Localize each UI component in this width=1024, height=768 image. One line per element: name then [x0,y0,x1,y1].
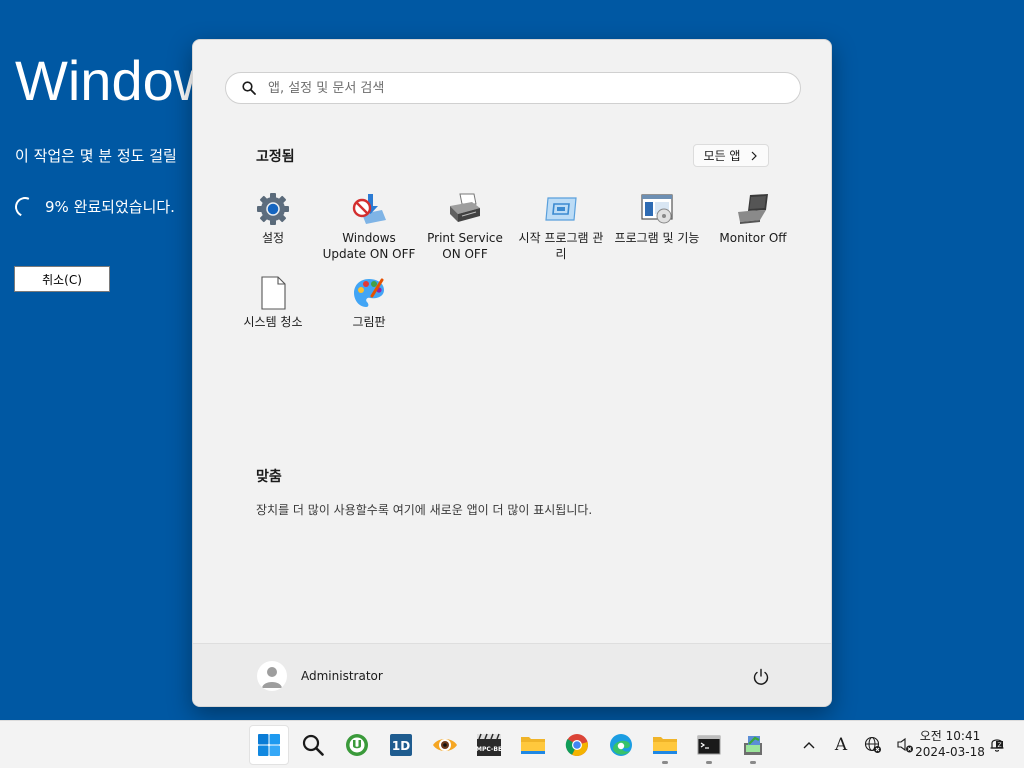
recommended-title: 맞춤 [256,469,282,485]
pinned-app-monitor-off[interactable]: Monitor Off [705,188,801,266]
clock-time: 오전 10:41 [919,729,981,743]
eye-viewer-icon [433,739,457,751]
taskbar-command-prompt[interactable] [689,725,729,765]
app-label: Print Service ON OFF [427,231,503,261]
user-icon [262,667,282,688]
search-icon [302,734,324,756]
taskbar-apps: 1D MPC-BE [249,725,773,765]
taskbar-file-explorer-running[interactable] [645,725,685,765]
avatar [257,661,287,691]
chevron-right-icon [752,151,758,160]
start-footer: Administrator [193,643,831,706]
pinned-app-settings[interactable]: 설정 [225,188,321,266]
network-globe-icon [864,736,881,753]
notification-bell-icon: Z [990,739,1004,752]
search-input[interactable] [268,80,768,96]
start-menu: 고정됨 모든 앱 설정 [192,39,832,707]
windows-update-icon [352,192,386,226]
pinned-title: 고정됨 [256,149,295,165]
pinned-app-windows-update[interactable]: Windows Update ON OFF [321,188,417,266]
taskbar-chrome[interactable] [557,725,597,765]
folder-icon [521,737,545,754]
app-label: 시작 프로그램 관리 [518,231,604,261]
svg-text:MPC-BE: MPC-BE [476,746,502,753]
app-label: Monitor Off [719,231,787,245]
clock-date: 2024-03-18 [915,745,985,759]
taskbar-1d-app[interactable]: 1D [381,725,421,765]
svg-text:Z: Z [997,742,1001,749]
setup-description: 이 작업은 몇 분 정도 걸릴 [15,147,177,165]
taskbar-file-explorer[interactable] [513,725,553,765]
chrome-icon [565,734,588,756]
user-account-button[interactable]: Administrator [257,661,383,691]
taskbar-utorrent[interactable] [337,725,377,765]
taskbar-image-viewer[interactable] [425,725,465,765]
app-label: 프로그램 및 기능 [614,231,700,245]
spinner-icon [12,193,38,220]
power-button[interactable] [749,665,773,689]
all-apps-label: 모든 앱 [703,149,741,163]
pinned-app-print-service[interactable]: Print Service ON OFF [417,188,513,266]
ime-indicator[interactable]: A [826,725,856,765]
taskbar-search-button[interactable] [293,725,333,765]
system-tray: A [794,725,920,765]
utorrent-icon [346,734,368,756]
notification-button[interactable]: Z [986,733,1008,755]
app-label: Windows Update ON OFF [322,231,416,261]
setup-title: Window [15,49,215,112]
programs-features-icon [640,192,674,226]
app-label: 시스템 청소 [243,315,303,329]
app-label: 설정 [261,231,285,245]
pinned-app-programs-features[interactable]: 프로그램 및 기능 [609,188,705,266]
taskbar: 1D MPC-BE A 오전 10:41 2024-03-18 Z [0,720,1024,768]
laptop-icon [736,192,770,226]
taskbar-clock[interactable]: 오전 10:41 2024-03-18 [912,728,988,760]
edge-icon [610,734,632,756]
setup-icon [744,736,762,755]
gear-icon [256,192,290,226]
running-indicator [662,761,668,764]
mpc-be-icon: MPC-BE [476,733,502,756]
pinned-app-paint[interactable]: 그림판 [321,272,417,350]
paint-palette-icon [352,276,386,310]
1d-app-icon: 1D [390,734,412,756]
network-button[interactable] [858,725,888,765]
startup-manager-icon [544,192,578,226]
taskbar-start-button[interactable] [249,725,289,765]
taskbar-edge[interactable] [601,725,641,765]
user-name: Administrator [301,669,383,683]
running-indicator [750,761,756,764]
show-hidden-icons-button[interactable] [794,725,824,765]
svg-text:1D: 1D [392,739,410,753]
all-apps-button[interactable]: 모든 앱 [693,144,769,167]
cancel-button[interactable]: 취소(C) [14,266,110,292]
chevron-up-icon [803,742,815,749]
pinned-app-system-cleanup[interactable]: 시스템 청소 [225,272,321,350]
search-box[interactable] [225,72,801,104]
setup-progress: 9% 완료되었습니다. [12,193,175,220]
printer-icon [448,192,482,226]
taskbar-mpc-be[interactable]: MPC-BE [469,725,509,765]
taskbar-setup[interactable] [733,725,773,765]
pinned-apps-grid: 설정 Windows Update ON OFF Print Service O… [225,188,801,350]
running-indicator [706,761,712,764]
recommended-empty-text: 장치를 더 많이 사용할수록 여기에 새로운 앱이 더 많이 표시됩니다. [256,503,593,517]
folder-icon [653,737,677,754]
document-icon [256,276,290,310]
windows-start-icon [258,734,280,756]
search-icon [242,81,256,95]
power-icon [753,668,769,685]
pinned-app-startup-manager[interactable]: 시작 프로그램 관리 [513,188,609,266]
progress-text: 9% 완료되었습니다. [45,198,175,216]
app-label: 그림판 [352,315,386,329]
ime-label: A [834,735,848,755]
terminal-icon [697,735,721,755]
